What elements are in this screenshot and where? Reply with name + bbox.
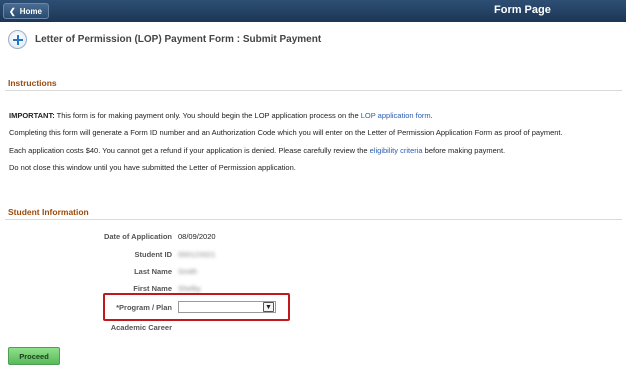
date-of-application-value: 08/09/2020 [178,232,216,241]
first-name-label: First Name [133,284,172,293]
last-name-value: Smith [178,267,198,276]
top-bar: ❮ Home Form Page [0,0,626,22]
home-button[interactable]: ❮ Home [3,3,49,19]
chevron-left-icon: ❮ [9,6,16,16]
plus-icon[interactable] [8,29,27,49]
lop-application-link[interactable]: LOP application form [361,111,431,120]
chevron-down-icon[interactable]: ▼ [263,302,274,312]
student-id-label: Student ID [134,250,173,259]
form-header: Letter of Permission (LOP) Payment Form … [8,29,321,49]
proceed-button[interactable]: Proceed [8,347,60,365]
first-name-value: Shelby [178,284,201,293]
last-name-label: Last Name [134,267,172,276]
instruction-line-2: Completing this form will generate a For… [9,128,563,137]
instruction-line-3: Each application costs $40. You cannot g… [9,146,505,155]
important-label: IMPORTANT: [9,111,55,120]
instruction-text-end: before making payment. [422,146,506,155]
student-info-heading: Student Information [8,207,89,217]
home-button-label: Home [19,6,42,16]
page-name: Form Page [494,4,551,16]
eligibility-criteria-link[interactable]: eligibility criteria [370,146,423,155]
academic-career-label: Academic Career [110,323,172,332]
instruction-text: This form is for making payment only. Yo… [54,111,361,120]
date-of-application-label: Date of Application [103,232,172,241]
instruction-text: Each application costs $40. You cannot g… [9,146,370,155]
instruction-line-1: IMPORTANT: This form is for making payme… [9,111,433,120]
page-title: Letter of Permission (LOP) Payment Form … [35,33,322,45]
instruction-text-end: . [430,111,433,120]
program-plan-select[interactable]: ▼ [178,301,276,313]
divider [5,219,622,220]
proceed-button-label: Proceed [19,351,49,361]
student-id-value: 000123321 [178,250,216,259]
program-plan-label: *Program / Plan [116,303,172,312]
instructions-heading: Instructions [8,78,57,88]
instruction-line-4: Do not close this window until you have … [9,163,296,172]
divider [5,90,622,91]
